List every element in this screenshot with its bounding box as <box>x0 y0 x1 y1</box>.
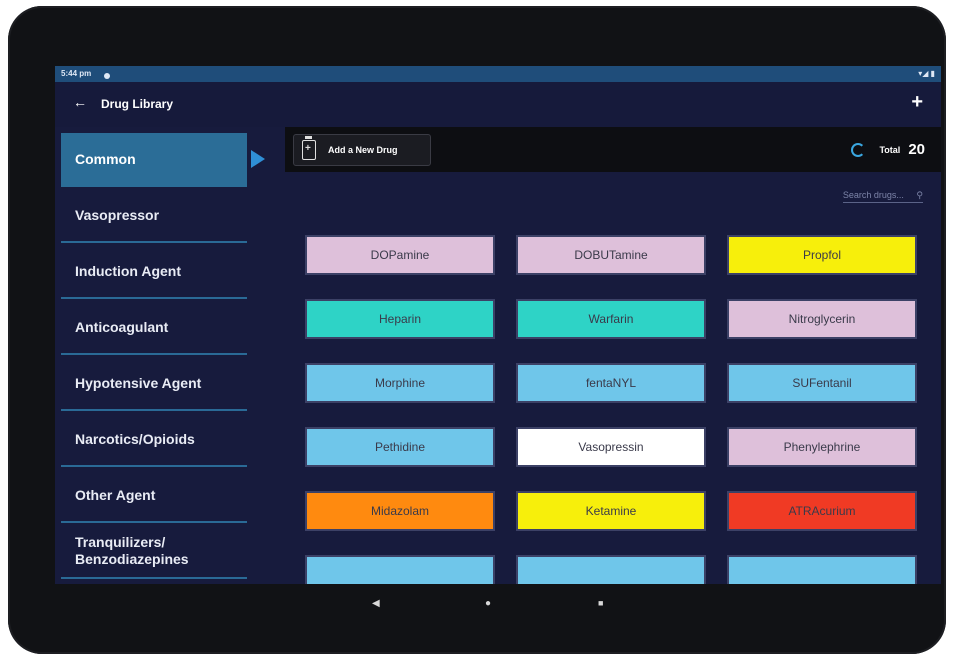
medicine-bottle-icon <box>302 136 316 160</box>
nav-back-button[interactable]: ◀ <box>372 598 380 609</box>
status-bar: 5:44 pm ▾◢ ▮ <box>55 66 941 82</box>
drug-button[interactable] <box>516 555 706 584</box>
sidebar-category-label: Vasopressor <box>75 206 160 223</box>
sidebar-category-item[interactable]: Induction Agent <box>61 245 247 299</box>
drug-button[interactable]: Propfol <box>727 235 917 275</box>
drug-button[interactable]: Phenylephrine <box>727 427 917 467</box>
sidebar-category-item[interactable]: Anticoagulant <box>61 301 247 355</box>
system-nav-bar: ◀ ● ■ <box>8 584 946 624</box>
drug-button[interactable]: ATRAcurium <box>727 491 917 531</box>
category-sidebar: Common Vasopressor Induction Agent Anticoag… <box>55 127 285 584</box>
drug-button[interactable]: Pethidine <box>305 427 495 467</box>
drug-button[interactable]: Vasopressin <box>516 427 706 467</box>
app-bar: ← Drug Library + <box>55 82 941 127</box>
drug-button[interactable] <box>727 555 917 584</box>
drug-button[interactable]: fentaNYL <box>516 363 706 403</box>
drug-button[interactable] <box>305 555 495 584</box>
sidebar-category-item[interactable]: Other Agent <box>61 469 247 523</box>
sidebar-category-label: Induction Agent <box>75 262 182 279</box>
sidebar-category-item[interactable]: Tranquilizers/ Benzodiazepines <box>61 525 247 579</box>
drug-button[interactable]: Ketamine <box>516 491 706 531</box>
drug-button[interactable]: Heparin <box>305 299 495 339</box>
sidebar-category-item[interactable]: Narcotics/Opioids <box>61 413 247 467</box>
search-input[interactable]: Search drugs... ⚲ <box>842 190 923 203</box>
sidebar-category-item[interactable]: Vasopressor <box>61 189 247 243</box>
total-label: Total <box>879 144 901 155</box>
drug-button[interactable]: SUFentanil <box>727 363 917 403</box>
nav-home-button[interactable]: ● <box>485 598 491 609</box>
drug-button[interactable]: Morphine <box>305 363 495 403</box>
sidebar-category-label: Narcotics/Opioids <box>75 430 195 447</box>
sidebar-category-label: Hypotensive Agent <box>75 374 202 391</box>
drug-button[interactable]: DOPamine <box>305 235 495 275</box>
total-counter: Total 20 <box>851 141 925 158</box>
total-count: 20 <box>908 141 925 158</box>
drug-button[interactable]: DOBUTamine <box>516 235 706 275</box>
drug-button[interactable]: Warfarin <box>516 299 706 339</box>
status-icons: ▾◢ ▮ <box>918 69 935 78</box>
sidebar-category-label: Anticoagulant <box>75 318 169 335</box>
plus-icon[interactable]: + <box>911 91 923 114</box>
drug-button[interactable]: Nitroglycerin <box>727 299 917 339</box>
add-new-drug-button[interactable]: Add a New Drug <box>293 134 431 166</box>
sidebar-category-item[interactable]: Common <box>61 133 247 187</box>
sidebar-category-item[interactable]: Hypotensive Agent <box>61 357 247 411</box>
tablet-frame: 5:44 pm ▾◢ ▮ ← Drug Library + Common Vaso… <box>8 6 946 654</box>
drug-button[interactable]: Midazolam <box>305 491 495 531</box>
status-time: 5:44 pm <box>61 69 92 78</box>
sidebar-category-label: Other Agent <box>75 486 156 503</box>
drug-grid: DOPamine DOBUTamine Propfol Heparin Warfarin… <box>305 235 921 584</box>
sidebar-category-label: Common <box>75 150 136 167</box>
nav-recents-button[interactable]: ■ <box>598 598 603 608</box>
add-new-drug-label: Add a New Drug <box>328 145 398 155</box>
notification-icon <box>99 71 110 80</box>
selected-arrow-icon <box>251 150 265 168</box>
sidebar-category-label: Tranquilizers/ Benzodiazepines <box>75 534 189 567</box>
screen: 5:44 pm ▾◢ ▮ ← Drug Library + Common Vaso… <box>55 66 941 584</box>
drug-toolbar: Add a New Drug Total 20 <box>285 127 941 172</box>
search-icon[interactable]: ⚲ <box>916 190 923 200</box>
page-title: Drug Library <box>101 97 174 111</box>
refresh-icon[interactable] <box>851 142 866 157</box>
search-placeholder: Search drugs... <box>842 190 904 200</box>
arrow-left-icon[interactable]: ← <box>73 94 87 110</box>
drug-panel: Add a New Drug Total 20 Search drugs... … <box>285 127 941 584</box>
